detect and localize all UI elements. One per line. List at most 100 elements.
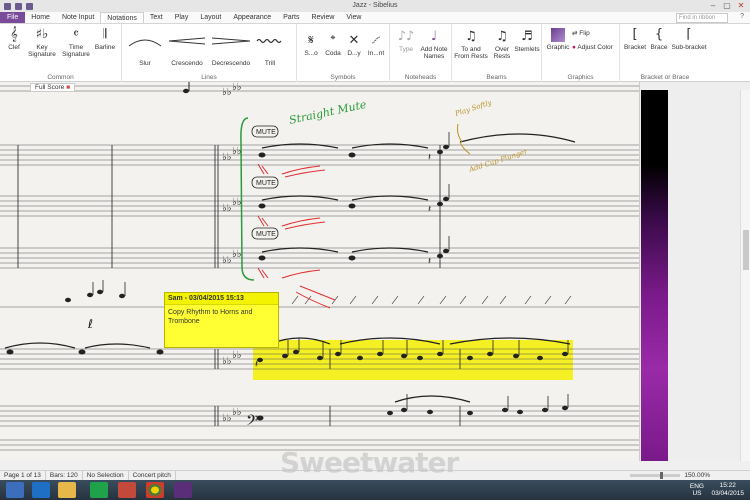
tab-view[interactable]: View [340, 12, 367, 23]
tab-parts[interactable]: Parts [277, 12, 305, 23]
flip-button[interactable]: ⇄ Flip [572, 30, 616, 37]
handwriting-gold-2: Add Cup Plunger [467, 147, 529, 174]
tab-play[interactable]: Play [169, 12, 195, 23]
key-signature-button[interactable]: ♯♭ Key Signature [26, 27, 58, 59]
barline-icon: 𝄂 [103, 27, 107, 42]
scroll-thumb[interactable] [743, 230, 749, 270]
media-icon[interactable] [118, 482, 136, 498]
store-icon[interactable] [90, 482, 108, 498]
watermark: Sweetwater [280, 446, 459, 479]
close-tab-icon[interactable]: ■ [66, 84, 70, 91]
slur-icon [128, 39, 162, 47]
svg-text:♭♭: ♭♭ [222, 152, 232, 163]
notehead-type-icon: ♪♪ [397, 29, 415, 44]
add-note-names-button[interactable]: ♩ Add Note Names [418, 30, 450, 61]
dy-button[interactable]: ✕ D...y [343, 33, 365, 58]
page-status[interactable]: Page 1 of 13 [0, 471, 46, 480]
maximize-button[interactable]: ▢ [720, 0, 734, 11]
barline-button[interactable]: 𝄂 Barline [93, 27, 117, 52]
sub-bracket-button[interactable]: ⌈ Sub-bracket [670, 28, 708, 52]
tab-appearance[interactable]: Appearance [227, 12, 277, 23]
trill-button[interactable]: Trill [254, 34, 286, 67]
clef-button[interactable]: 𝄞 Clef [4, 27, 24, 52]
crescendo-icon [168, 37, 206, 45]
svg-text:ℓ: ℓ [87, 317, 93, 331]
cross-symbol-icon: ✕ [348, 33, 360, 48]
notehead-type-button[interactable]: ♪♪ Type [394, 29, 418, 54]
start-icon[interactable] [6, 482, 24, 498]
tab-notations[interactable]: Notations [100, 12, 144, 23]
time-signature-button[interactable]: 𝄴 Time Signature [60, 27, 92, 59]
ribbon: 𝄞 Clef ♯♭ Key Signature 𝄴 Time Signature… [0, 24, 750, 82]
score-canvas[interactable]: ♭♭ ♭♭ ♭♭ ♭♭ ♭♭ ♭♭ ♭♭ ♭♭ ♭♭ ♭♭ ♭♭ ♭♭ 𝄽 𝄽 … [0, 82, 640, 461]
tab-text[interactable]: Text [144, 12, 169, 23]
time-signature-icon: 𝄴 [73, 27, 79, 42]
bars-status: Bars: 120 [46, 471, 83, 480]
svg-text:𝄢: 𝄢 [246, 412, 258, 433]
adjust-color-button[interactable]: ● Adjust Color [572, 44, 620, 51]
segno-icon: 𝄋 [308, 33, 314, 48]
svg-text:𝄽: 𝄽 [255, 359, 258, 370]
decrescendo-button[interactable]: Decrescendo [208, 34, 254, 67]
zoom-level[interactable]: 150.00% [684, 471, 710, 480]
sibelius-icon[interactable] [174, 482, 192, 498]
key-signature-icon: ♯♭ [35, 27, 49, 42]
trill-icon [256, 38, 282, 44]
comment-note[interactable]: Sam - 03/04/2015 15:13 Copy Rhythm to Ho… [164, 292, 279, 348]
tab-review[interactable]: Review [305, 12, 340, 23]
tab-note-input[interactable]: Note Input [56, 12, 100, 23]
minimize-button[interactable]: – [706, 0, 720, 11]
zoom-slider[interactable] [630, 472, 680, 479]
concert-pitch-status[interactable]: Concert pitch [129, 471, 176, 480]
slur-button[interactable]: Slur [126, 34, 164, 67]
group-bracket: [ Bracket { Brace ⌈ Sub-bracket Bracket … [620, 24, 710, 82]
help-icon[interactable]: ? [740, 13, 744, 20]
taskbar: ENG US 15:22 03/04/2015 [0, 480, 750, 500]
int-button[interactable]: 𝆱 In...nt [365, 33, 387, 58]
full-score-tab[interactable]: Full Score ■ [30, 83, 76, 92]
group-graphics-label: Graphics [567, 74, 594, 81]
zoom-slider-handle[interactable] [660, 472, 663, 479]
bracket-button[interactable]: [ Bracket [622, 27, 648, 52]
graphic-icon [551, 28, 565, 42]
to-from-rests-button[interactable]: ♫ To and From Rests [454, 30, 488, 61]
ribbon-search-input[interactable]: Find in ribbon [676, 13, 728, 23]
chrome-icon[interactable] [146, 482, 164, 498]
title-bar: Jazz - Sibelius – ▢ ✕ [0, 0, 750, 12]
segno-button[interactable]: 𝄋 S...o [301, 33, 321, 58]
bracket-icon: [ [632, 27, 638, 42]
redo-icon[interactable] [26, 2, 33, 10]
graphic-button[interactable]: Graphic [546, 28, 570, 51]
svg-text:♭♭: ♭♭ [232, 146, 242, 157]
file-explorer-icon[interactable] [58, 482, 76, 498]
over-rests-button[interactable]: ♫ Over Rests [490, 30, 514, 61]
save-icon[interactable] [4, 2, 11, 10]
brace-button[interactable]: { Brace [648, 27, 670, 52]
svg-text:♭♭: ♭♭ [232, 350, 242, 361]
brace-icon: { [654, 27, 664, 42]
undo-icon[interactable] [15, 2, 22, 10]
clock[interactable]: 15:22 03/04/2015 [711, 482, 744, 498]
stemlets-button[interactable]: ♬ Stemlets [514, 30, 540, 54]
group-lines: Slur Crescendo Decrescendo Trill Lines [122, 24, 297, 82]
svg-text:♭♭: ♭♭ [222, 356, 232, 367]
ie-icon[interactable] [32, 482, 50, 498]
handwriting-gold-1: Play Softly [453, 98, 493, 118]
group-symbols-label: Symbols [330, 74, 356, 81]
tab-home[interactable]: Home [25, 12, 56, 23]
quick-access-toolbar [0, 2, 33, 10]
tab-file[interactable]: File [0, 12, 26, 23]
coda-button[interactable]: 𝄌 Coda [323, 34, 343, 58]
score-notation: ♭♭♭♭ ♭♭♭♭ ♭♭♭♭ ♭♭♭♭ ♭♭♭♭ ♭♭ ♭♭ 𝄽𝄽𝄽 𝄽 ℓ 𝄢… [0, 82, 639, 451]
close-button[interactable]: ✕ [734, 0, 748, 11]
mute-label-3: MUTE [256, 231, 276, 238]
language-indicator[interactable]: ENG US [690, 483, 704, 497]
group-noteheads: ♪♪ Type ♩ Add Note Names Noteheads [390, 24, 452, 82]
treble-clef-icon: 𝄞 [10, 27, 18, 42]
comment-body[interactable]: Copy Rhythm to Horns and Trombone [165, 305, 278, 329]
crescendo-button[interactable]: Crescendo [166, 34, 208, 67]
tab-layout[interactable]: Layout [194, 12, 227, 23]
vertical-scrollbar[interactable] [740, 90, 750, 461]
svg-text:♭♭: ♭♭ [222, 87, 232, 98]
interrupt-icon: 𝆱 [371, 33, 381, 48]
